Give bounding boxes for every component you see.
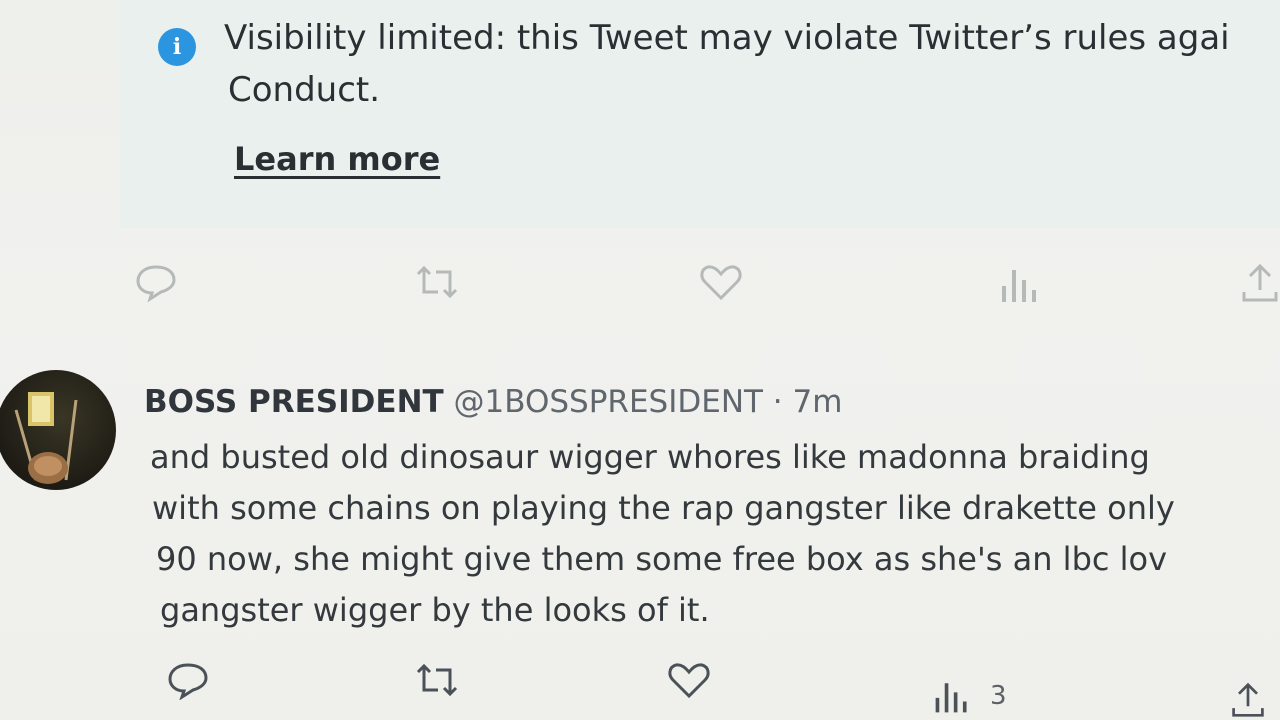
second-tweet-action-bar: 3 [0, 660, 1280, 717]
retweet-icon [416, 663, 458, 697]
tweet-text-line: 90 now, she might give them some free bo… [156, 540, 1168, 578]
retweet-button[interactable] [414, 660, 460, 700]
share-button[interactable] [1230, 680, 1266, 720]
learn-more-link[interactable]: Learn more [234, 140, 440, 178]
retweet-icon [416, 265, 458, 299]
tweet-text-line: gangster wigger by the looks of it. [160, 591, 710, 629]
first-tweet-action-bar [0, 262, 1280, 312]
notice-text: Visibility limited: this Tweet may viola… [224, 12, 1280, 116]
share-icon [1242, 263, 1278, 302]
share-icon [1232, 682, 1264, 717]
avatar[interactable] [0, 370, 116, 490]
reply-icon [136, 265, 176, 302]
tweet-text-line: with some chains on playing the rap gang… [152, 489, 1175, 527]
share-button[interactable] [1240, 262, 1280, 304]
heart-icon [668, 663, 710, 699]
views-icon [1002, 270, 1036, 302]
reply-button[interactable] [166, 660, 210, 700]
views-button[interactable] [998, 262, 1042, 306]
tweet-text: and busted old dinosaur wigger whores li… [150, 432, 1280, 636]
views-button[interactable]: 3 [932, 676, 1007, 716]
handle-and-time[interactable]: @1BOSSPRESIDENT · 7m [454, 384, 843, 420]
like-button[interactable] [666, 660, 712, 700]
views-count: 3 [990, 681, 1007, 711]
retweet-button[interactable] [414, 262, 460, 302]
views-icon [935, 683, 967, 713]
info-icon: i [158, 28, 196, 66]
tweet-text-line: and busted old dinosaur wigger whores li… [150, 438, 1150, 476]
heart-icon [700, 265, 742, 301]
reply-icon [168, 663, 208, 700]
tweet-header: BOSS PRESIDENT @1BOSSPRESIDENT · 7m [144, 382, 842, 422]
avatar-image [14, 392, 78, 484]
screen: i Visibility limited: this Tweet may vio… [0, 0, 1280, 720]
like-button[interactable] [698, 262, 744, 302]
notice-line-1: Visibility limited: this Tweet may viola… [224, 18, 1230, 58]
display-name[interactable]: BOSS PRESIDENT [144, 384, 444, 420]
notice-line-2: Conduct. [228, 70, 381, 110]
reply-button[interactable] [134, 262, 178, 302]
